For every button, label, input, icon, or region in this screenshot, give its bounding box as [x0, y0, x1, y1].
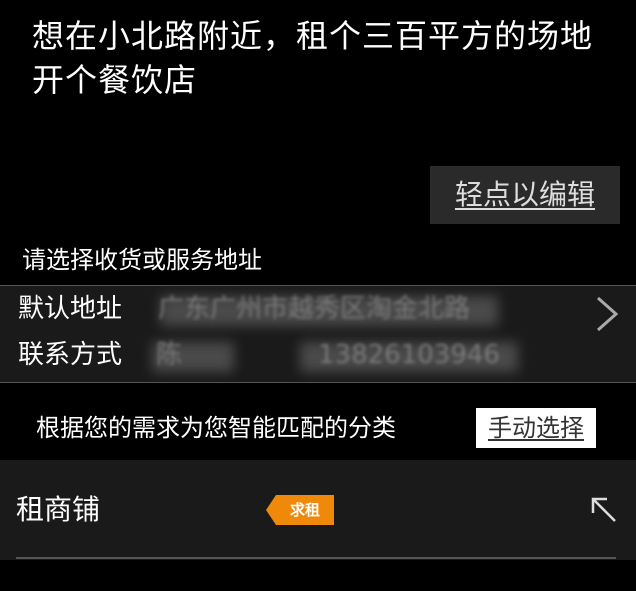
default-address-label: 默认地址: [18, 294, 123, 324]
category-row[interactable]: 租商铺 求租: [0, 460, 636, 560]
contact-label: 联系方式: [18, 340, 123, 370]
contact-phone: 13826103946: [318, 340, 500, 370]
match-description: 根据您的需求为您智能匹配的分类: [36, 414, 396, 442]
arrow-up-left-icon[interactable]: [590, 496, 618, 524]
edit-button[interactable]: 轻点以编辑: [430, 166, 620, 224]
address-selector[interactable]: 默认地址 广东广州市越秀区淘金北路 联系方式 陈 13826103946: [0, 285, 636, 383]
manual-select-button[interactable]: 手动选择: [476, 408, 596, 448]
default-address-value: 广东广州市越秀区淘金北路: [158, 294, 471, 324]
contact-name: 陈: [156, 340, 183, 370]
request-text: 想在小北路附近，租个三百平方的场地开个餐饮店: [32, 17, 594, 99]
chevron-right-icon[interactable]: [592, 294, 622, 334]
address-prompt: 请选择收货或服务地址: [22, 246, 262, 274]
category-name: 租商铺: [16, 493, 101, 526]
divider: [16, 557, 616, 559]
category-tag: 求租: [266, 495, 334, 525]
